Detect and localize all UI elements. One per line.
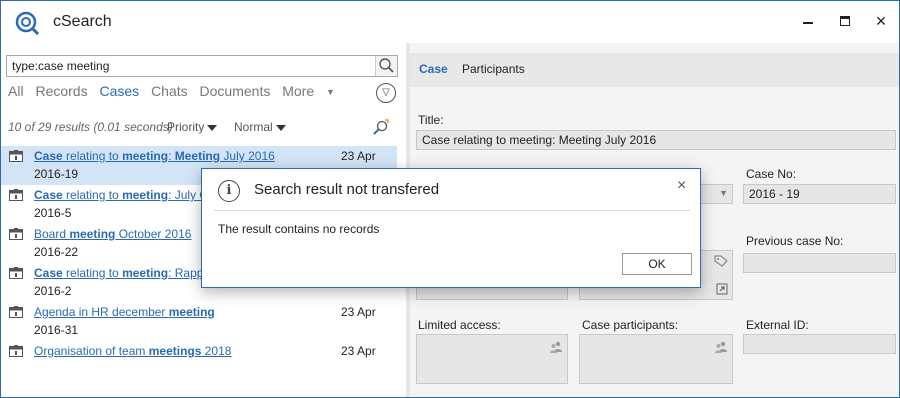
external-id-field[interactable] xyxy=(743,334,896,354)
result-title-part: Organisation of team xyxy=(34,344,149,358)
filter-tabs: All Records Cases Chats Documents More ▼ xyxy=(8,83,351,99)
filter-records[interactable]: Records xyxy=(35,83,87,99)
result-title-part: relating to xyxy=(62,149,123,163)
previous-case-label: Previous case No: xyxy=(746,234,844,248)
expand-filters-button[interactable]: ▽ xyxy=(376,83,396,103)
dropdown-arrow-icon: ▼ xyxy=(719,188,728,198)
dialog-title: Search result not transfered xyxy=(254,181,440,198)
result-title-part: meetings xyxy=(148,344,202,358)
case-no-label: Case No: xyxy=(746,167,797,181)
search-button[interactable] xyxy=(375,56,397,76)
normal-arrow-icon xyxy=(275,124,286,131)
result-date: 23 Apr xyxy=(341,305,376,319)
result-case-number: 2016-31 xyxy=(34,323,79,337)
minimize-button[interactable] xyxy=(797,9,821,33)
case-participants-label: Case participants: xyxy=(582,318,679,332)
title-field[interactable]: Case relating to meeting: Meeting July 2… xyxy=(416,130,896,150)
results-count: 10 of 29 results (0.01 seconds) xyxy=(8,120,173,134)
result-title-part: : Rapp xyxy=(168,266,204,280)
result-title-part: meeting xyxy=(69,227,116,241)
tag-icon[interactable] xyxy=(714,255,728,267)
tab-participants[interactable]: Participants xyxy=(462,62,525,76)
app-title: cSearch xyxy=(53,13,112,30)
csearch-window: cSearch × All Records Cases Chats Docume… xyxy=(0,0,900,398)
result-date: 23 Apr xyxy=(341,344,376,358)
open-link-icon[interactable] xyxy=(716,283,728,295)
info-icon: i xyxy=(218,180,240,202)
limited-access-field[interactable] xyxy=(416,334,568,384)
result-title-part: Meeting xyxy=(174,149,221,163)
case-no-field[interactable]: 2016 - 19 xyxy=(743,184,896,204)
title-bar: cSearch × xyxy=(1,1,899,43)
tab-case[interactable]: Case xyxy=(419,62,448,76)
result-title-part: meeting xyxy=(122,266,169,280)
normal-dropdown[interactable]: Normal xyxy=(234,120,286,134)
filter-more-label: More xyxy=(282,83,315,99)
result-title-part: Case xyxy=(34,149,63,163)
result-title-part: meeting xyxy=(168,305,215,319)
people-icon xyxy=(550,341,562,353)
limited-access-label: Limited access: xyxy=(418,318,501,332)
maximize-button[interactable] xyxy=(833,9,857,33)
case-icon xyxy=(9,189,23,201)
result-title-part: meeting xyxy=(122,149,169,163)
maximize-icon xyxy=(840,16,850,26)
ok-button[interactable]: OK xyxy=(622,253,692,275)
title-label: Title: xyxy=(418,113,444,127)
result-title-link[interactable]: Agenda in HR december meeting xyxy=(34,304,314,320)
result-title-part: : xyxy=(168,149,175,163)
case-participants-field[interactable] xyxy=(579,334,733,384)
result-title-part: 2018 xyxy=(201,344,232,358)
case-icon xyxy=(9,267,23,279)
csearch-logo-icon xyxy=(15,11,39,35)
priority-dropdown[interactable]: Priority xyxy=(167,120,218,134)
detail-tabs: Case Participants xyxy=(410,53,899,87)
case-icon xyxy=(9,345,23,357)
result-title-part: July 2016 xyxy=(220,149,275,163)
search-box xyxy=(6,55,398,77)
priority-arrow-icon xyxy=(207,124,218,131)
close-window-button[interactable]: × xyxy=(869,9,893,33)
message-dialog: i Search result not transfered × The res… xyxy=(201,168,701,288)
chevron-down-icon: ▽ xyxy=(382,87,390,98)
result-title-part: October 2016 xyxy=(115,227,192,241)
result-title-part: relating to xyxy=(62,188,123,202)
people-icon xyxy=(715,341,727,353)
filter-chats[interactable]: Chats xyxy=(151,83,188,99)
result-title-link[interactable]: Organisation of team meetings 2018 xyxy=(34,343,314,359)
search-input[interactable] xyxy=(7,56,375,76)
result-title-part: Case xyxy=(34,188,63,202)
filter-documents[interactable]: Documents xyxy=(200,83,271,99)
filter-more[interactable]: More ▼ xyxy=(282,83,343,99)
search-refresh-icon[interactable] xyxy=(372,118,390,136)
case-icon xyxy=(9,306,23,318)
dialog-divider xyxy=(214,210,690,211)
result-title-part: Agenda in HR december xyxy=(34,305,169,319)
result-title-part: Case xyxy=(34,266,63,280)
priority-label: Priority xyxy=(167,120,205,134)
more-arrow-icon: ▼ xyxy=(326,87,335,97)
search-icon xyxy=(379,58,394,73)
dialog-close-button[interactable]: × xyxy=(677,177,686,195)
result-title-part: Board xyxy=(34,227,70,241)
external-id-label: External ID: xyxy=(746,318,809,332)
result-row[interactable]: Organisation of team meetings 2018 23 Apr xyxy=(1,341,397,365)
dialog-message: The result contains no records xyxy=(218,222,380,236)
result-title-link[interactable]: Case relating to meeting: Meeting July 2… xyxy=(34,148,314,164)
previous-case-field[interactable] xyxy=(743,253,896,273)
minimize-icon xyxy=(803,22,813,24)
normal-label: Normal xyxy=(234,120,273,134)
filter-cases[interactable]: Cases xyxy=(99,83,139,99)
result-date: 23 Apr xyxy=(341,149,376,163)
result-title-part: meeting xyxy=(122,188,169,202)
case-icon xyxy=(9,150,23,162)
result-row[interactable]: Agenda in HR december meeting 2016-31 23 A… xyxy=(1,302,397,341)
result-title-part: relating to xyxy=(62,266,123,280)
filter-all[interactable]: All xyxy=(8,83,24,99)
case-icon xyxy=(9,228,23,240)
